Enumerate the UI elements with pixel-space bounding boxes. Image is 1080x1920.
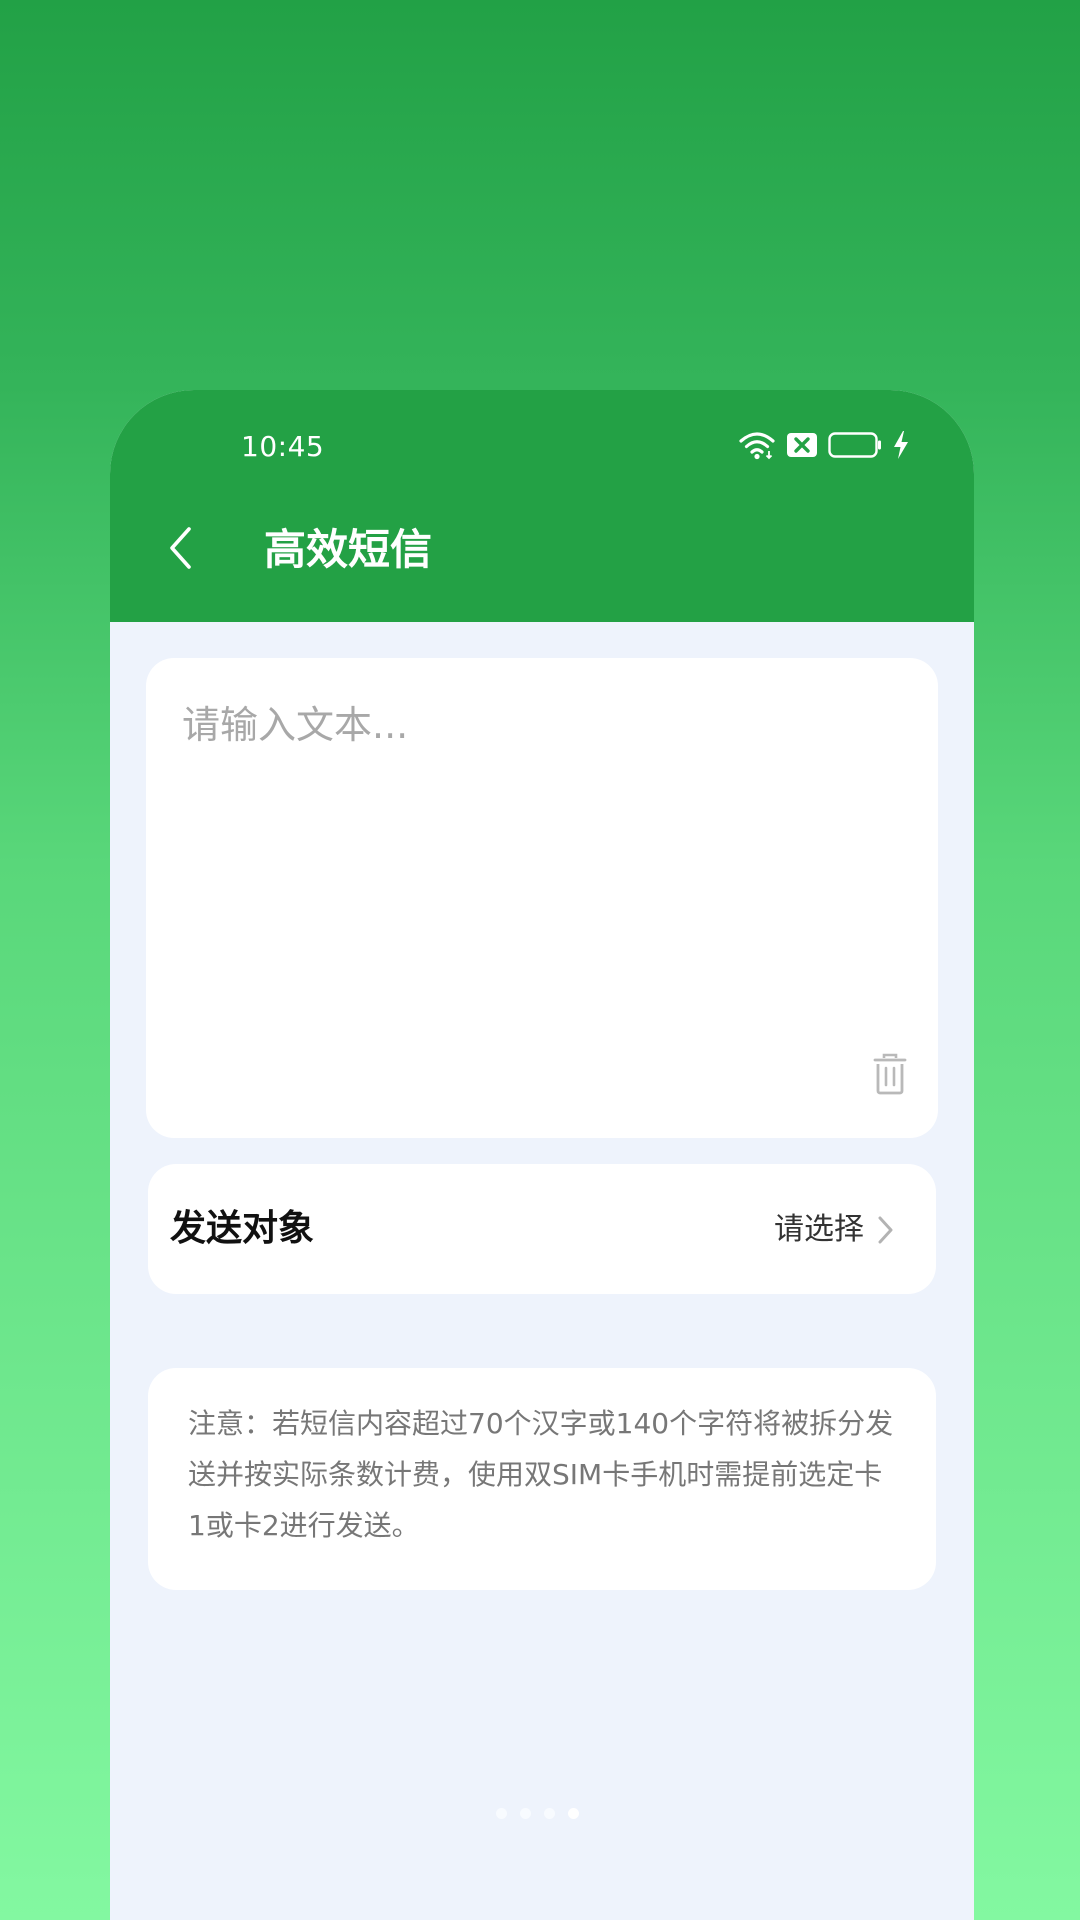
wifi-icon [738, 430, 776, 460]
recipient-label: 发送对象 [170, 1208, 315, 1249]
battery-icon [828, 432, 882, 458]
recipient-selector[interactable]: 发送对象 请选择 [148, 1164, 936, 1294]
page-indicator [496, 1808, 579, 1819]
page-dot [520, 1808, 531, 1819]
status-time: 10:45 [241, 430, 325, 463]
chevron-left-icon [167, 526, 193, 574]
trash-icon [873, 1053, 907, 1099]
page-dot [544, 1808, 555, 1819]
message-input-card [146, 658, 938, 1138]
notice-card: 注意：若短信内容超过70个汉字或140个字符将被拆分发送并按实际条数计费，使用双… [148, 1368, 936, 1590]
chevron-right-icon [874, 1212, 898, 1248]
sim-off-icon [786, 432, 818, 458]
recipient-value: 请选择 [774, 1212, 864, 1247]
phone-frame: 10:45 高效短信 请输入文本... 发送对象 请选择 注意：若短信内容超过7… [110, 390, 974, 1920]
clear-text-button[interactable] [866, 1050, 914, 1102]
app-header: 10:45 高效短信 [110, 390, 974, 622]
status-icons [738, 428, 910, 462]
page-dot-active [568, 1808, 579, 1819]
back-button[interactable] [150, 520, 210, 580]
page-title: 高效短信 [264, 525, 433, 574]
charging-icon [892, 430, 910, 460]
notice-text: 注意：若短信内容超过70个汉字或140个字符将被拆分发送并按实际条数计费，使用双… [188, 1407, 894, 1542]
page-dot [496, 1808, 507, 1819]
message-input[interactable] [182, 694, 882, 1024]
